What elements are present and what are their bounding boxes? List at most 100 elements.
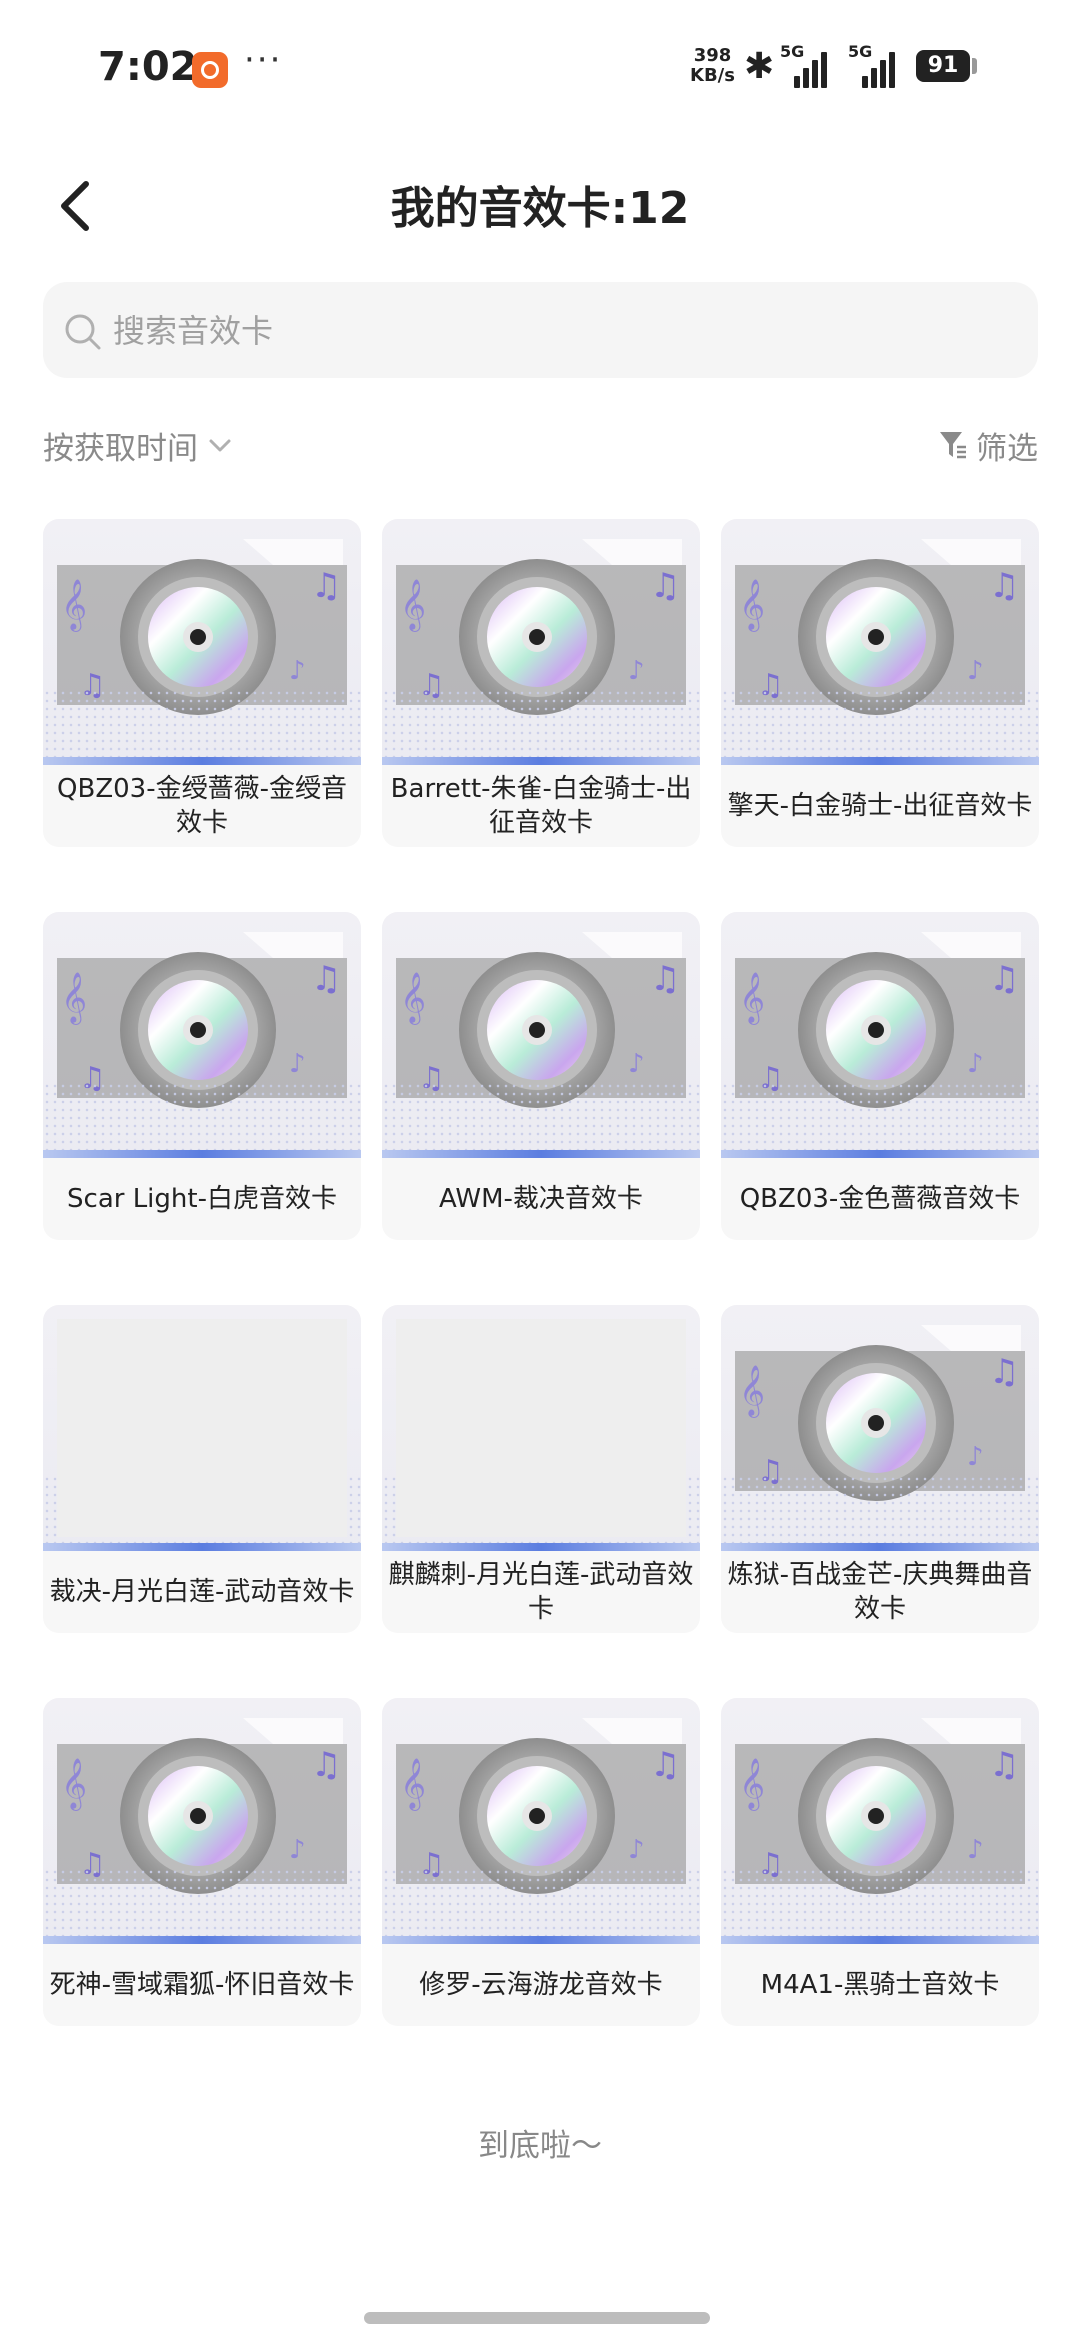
sound-card[interactable]: 𝄞 ♫ ♫ ♪ QBZ03-金绶蔷薇-金绶音效卡 (43, 519, 361, 847)
thumbnail-dot-pattern (382, 1082, 700, 1150)
sound-card-name: 麒麟刺-月光白莲-武动音效卡 (388, 1560, 694, 1624)
sound-card-thumbnail: 𝄞 ♫ ♫ ♪ (43, 519, 361, 765)
sound-card[interactable]: 𝄞 ♫ ♫ ♪ 修罗-云海游龙音效卡 (382, 1698, 700, 2026)
svg-text:𝄞: 𝄞 (739, 972, 765, 1025)
thumbnail-accent-stripe (382, 757, 700, 765)
svg-text:𝄞: 𝄞 (61, 579, 87, 632)
signal-sim1-icon: 5G (780, 42, 840, 88)
svg-text:♪: ♪ (967, 656, 984, 686)
sort-dropdown[interactable]: 按获取时间 (43, 422, 234, 468)
sound-card-name: QBZ03-金绶蔷薇-金绶音效卡 (57, 774, 347, 838)
svg-text:♪: ♪ (289, 1049, 306, 1079)
sound-card-thumbnail: 𝄞 ♫ ♫ ♪ (382, 912, 700, 1158)
thumbnail-accent-stripe (721, 1543, 1039, 1551)
thumbnail-dot-pattern (721, 1868, 1039, 1936)
sound-card[interactable]: 𝄞 ♫ ♫ ♪ AWM-裁决音效卡 (382, 912, 700, 1240)
chevron-down-icon (209, 439, 231, 452)
sound-card-name: M4A1-黑骑士音效卡 (760, 1970, 1000, 2000)
thumbnail-accent-stripe (43, 1543, 361, 1551)
signal-sim2-label: 5G (848, 42, 873, 61)
svg-text:♫: ♫ (650, 1745, 680, 1785)
sound-card[interactable]: 𝄞 ♫ ♫ ♪ 擎天-白金骑士-出征音效卡 (721, 519, 1039, 847)
svg-text:♪: ♪ (967, 1442, 984, 1472)
svg-text:𝄞: 𝄞 (61, 1758, 87, 1811)
svg-text:♫: ♫ (650, 566, 680, 606)
sound-card[interactable]: 裁决-月光白莲-武动音效卡 (43, 1305, 361, 1633)
battery-icon: 91 (916, 50, 970, 82)
signal-sim1-label: 5G (780, 42, 805, 61)
page-title: 我的音效卡:12 (390, 183, 690, 234)
thumbnail-accent-stripe (382, 1543, 700, 1551)
more-notifications-icon: ··· (244, 40, 283, 80)
svg-text:♫: ♫ (989, 959, 1019, 999)
sound-card-thumbnail: 𝄞 ♫ ♫ ♪ (721, 912, 1039, 1158)
battery-tip (972, 58, 977, 74)
filter-icon (940, 432, 966, 459)
sound-card-name: 擎天-白金骑士-出征音效卡 (727, 791, 1033, 821)
sound-card-thumbnail: 𝄞 ♫ ♫ ♪ (382, 519, 700, 765)
sound-card-name: AWM-裁决音效卡 (439, 1184, 643, 1214)
filter-button[interactable]: 筛选 (938, 422, 1038, 468)
sort-label: 按获取时间 (43, 430, 198, 467)
network-speed-value: 398 (693, 45, 732, 66)
sound-card-thumbnail (382, 1305, 700, 1551)
sound-card[interactable]: 𝄞 ♫ ♫ ♪ M4A1-黑骑士音效卡 (721, 1698, 1039, 2026)
thumbnail-accent-stripe (721, 757, 1039, 765)
thumbnail-dot-pattern (43, 1082, 361, 1150)
svg-text:♪: ♪ (289, 656, 306, 686)
status-time: 7:02 (98, 44, 198, 90)
sound-card[interactable]: 𝄞 ♫ ♫ ♪ Barrett-朱雀-白金骑士-出征音效卡 (382, 519, 700, 847)
sound-card-name: 炼狱-百战金芒-庆典舞曲音效卡 (727, 1560, 1033, 1624)
search-icon (65, 314, 101, 350)
thumbnail-placeholder (57, 1319, 347, 1537)
thumbnail-dot-pattern (43, 1868, 361, 1936)
sound-card-thumbnail: 𝄞 ♫ ♫ ♪ (721, 1698, 1039, 1944)
svg-text:♪: ♪ (289, 1835, 306, 1865)
sound-card[interactable]: 𝄞 ♫ ♫ ♪ Scar Light-白虎音效卡 (43, 912, 361, 1240)
sound-card-name: 死神-雪域霜狐-怀旧音效卡 (49, 1970, 355, 2000)
svg-text:♫: ♫ (650, 959, 680, 999)
search-bar[interactable] (43, 282, 1038, 380)
sound-card-thumbnail: 𝄞 ♫ ♫ ♪ (43, 1698, 361, 1944)
end-of-list-text: 到底啦～ (478, 2128, 602, 2164)
network-speed-unit: KB/s (690, 65, 735, 86)
svg-text:𝄞: 𝄞 (61, 972, 87, 1025)
svg-text:♪: ♪ (967, 1049, 984, 1079)
sound-card[interactable]: 𝄞 ♫ ♫ ♪ 炼狱-百战金芒-庆典舞曲音效卡 (721, 1305, 1039, 1633)
thumbnail-dot-pattern (721, 1082, 1039, 1150)
svg-text:♫: ♫ (311, 566, 341, 606)
sound-card-thumbnail: 𝄞 ♫ ♫ ♪ (43, 912, 361, 1158)
svg-text:𝄞: 𝄞 (400, 1758, 426, 1811)
home-indicator[interactable] (364, 2312, 710, 2324)
thumbnail-dot-pattern (721, 1475, 1039, 1543)
sound-card-thumbnail: 𝄞 ♫ ♫ ♪ (382, 1698, 700, 1944)
sound-card-name: 裁决-月光白莲-武动音效卡 (49, 1577, 355, 1607)
sound-card-name: QBZ03-金色蔷薇音效卡 (739, 1184, 1021, 1214)
sound-card-thumbnail (43, 1305, 361, 1551)
svg-text:♪: ♪ (967, 1835, 984, 1865)
sound-card-name: 修罗-云海游龙音效卡 (419, 1970, 663, 2000)
signal-sim2-icon: 5G (848, 42, 908, 88)
thumbnail-placeholder (396, 1319, 686, 1537)
bluetooth-icon: ✱ (744, 46, 775, 87)
sound-card-thumbnail: 𝄞 ♫ ♫ ♪ (721, 1305, 1039, 1551)
sound-card-name: Scar Light-白虎音效卡 (67, 1184, 337, 1214)
thumbnail-dot-pattern (721, 689, 1039, 757)
sound-card[interactable]: 麒麟刺-月光白莲-武动音效卡 (382, 1305, 700, 1633)
svg-text:♫: ♫ (311, 1745, 341, 1785)
svg-text:♫: ♫ (989, 1352, 1019, 1392)
thumbnail-accent-stripe (382, 1936, 700, 1944)
thumbnail-accent-stripe (43, 1150, 361, 1158)
svg-text:♫: ♫ (989, 566, 1019, 606)
svg-text:𝄞: 𝄞 (739, 579, 765, 632)
thumbnail-dot-pattern (382, 1868, 700, 1936)
svg-text:♪: ♪ (628, 656, 645, 686)
search-input[interactable] (111, 282, 995, 380)
thumbnail-dot-pattern (43, 689, 361, 757)
svg-text:𝄞: 𝄞 (400, 579, 426, 632)
svg-text:♪: ♪ (628, 1835, 645, 1865)
sound-card-thumbnail: 𝄞 ♫ ♫ ♪ (721, 519, 1039, 765)
sound-card[interactable]: 𝄞 ♫ ♫ ♪ QBZ03-金色蔷薇音效卡 (721, 912, 1039, 1240)
svg-text:♫: ♫ (989, 1745, 1019, 1785)
sound-card[interactable]: 𝄞 ♫ ♫ ♪ 死神-雪域霜狐-怀旧音效卡 (43, 1698, 361, 2026)
